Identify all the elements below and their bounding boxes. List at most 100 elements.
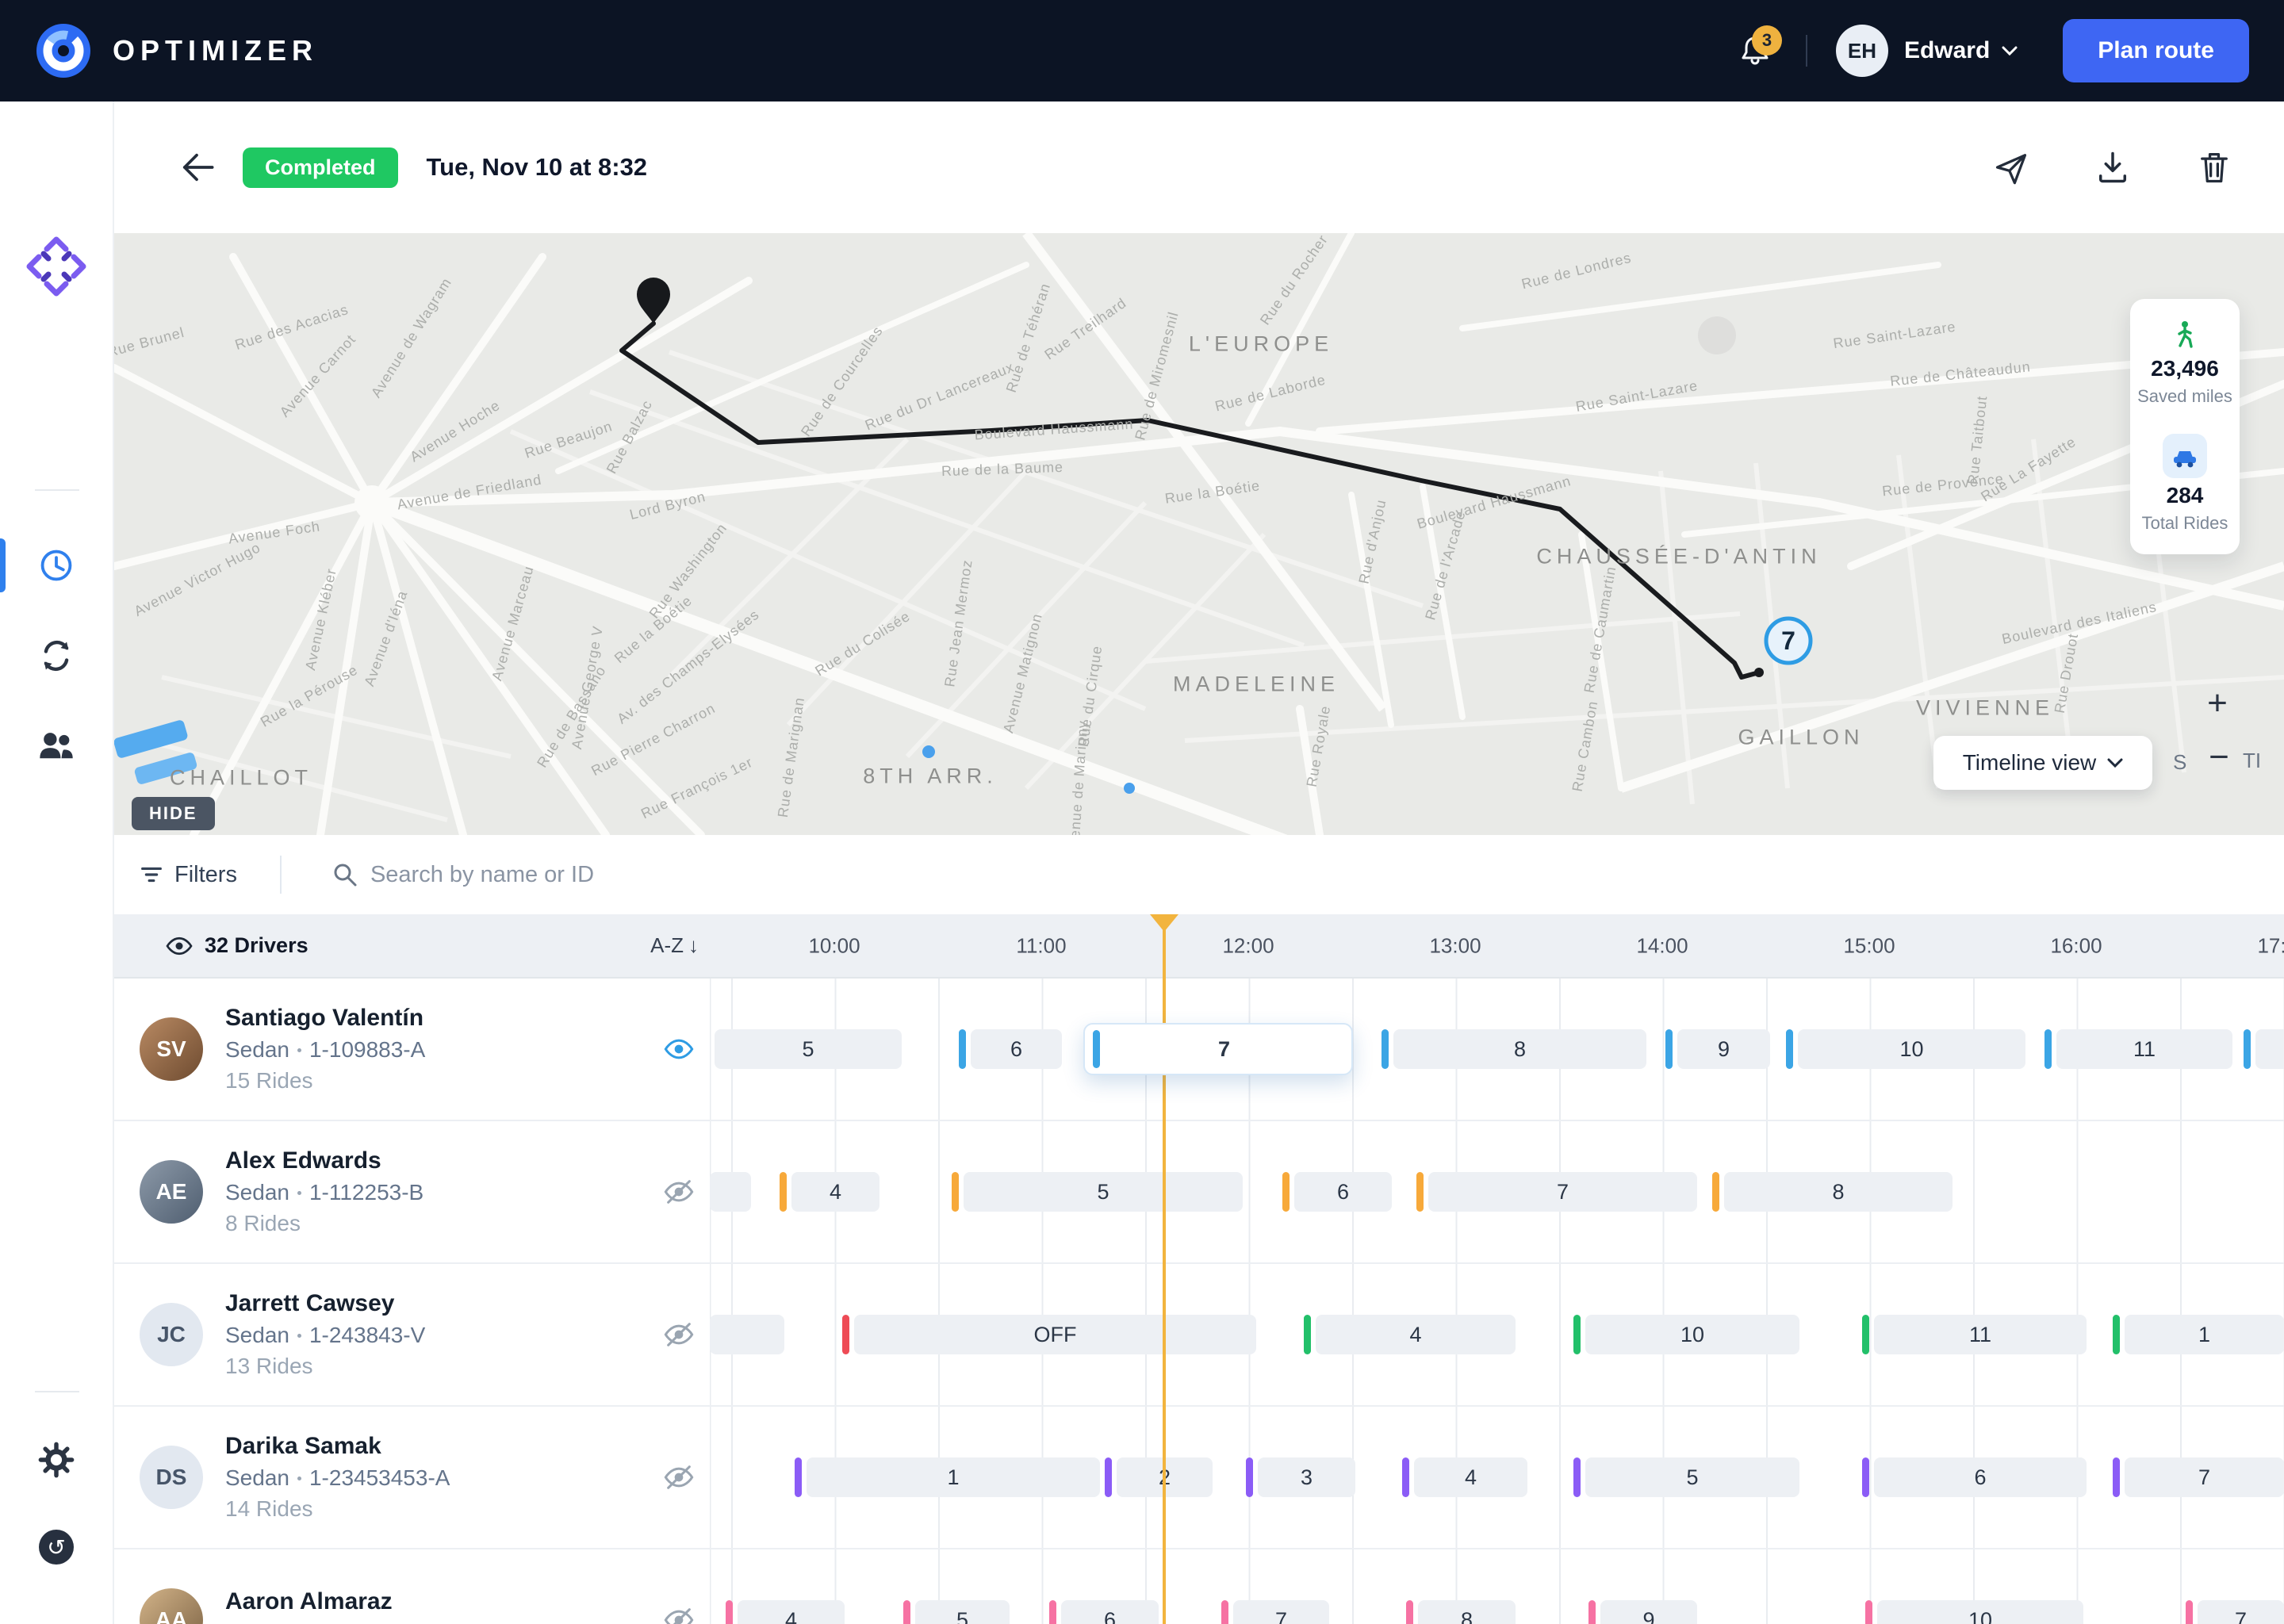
download-button[interactable] — [2094, 148, 2132, 186]
hour-label: 13:00 — [1429, 933, 1481, 958]
ride-segment[interactable]: 4 — [1304, 1315, 1516, 1354]
street-label: Rue Drouot — [2052, 632, 2082, 714]
street-label: Avenue Victor Hugo — [132, 539, 264, 620]
ride-segment[interactable]: 1 — [2113, 1315, 2284, 1354]
segment-accent — [2244, 1029, 2251, 1069]
segment-bar: 8 — [1393, 1029, 1646, 1069]
ride-segment[interactable]: 11 — [2044, 1029, 2232, 1069]
filter-icon — [138, 861, 165, 888]
avatar: AE — [140, 1160, 203, 1224]
sidebar-item-sync[interactable] — [34, 634, 79, 678]
visibility-toggle[interactable] — [660, 1316, 698, 1354]
driver-timeline: OFF410111 — [710, 1264, 2284, 1405]
map[interactable]: 7 L'EUROPECHAUSSÉE-D'ANTINMADELEINE8TH A… — [114, 233, 2284, 835]
ride-segment[interactable]: OFF — [842, 1315, 1256, 1354]
ride-segment[interactable]: 8 — [1712, 1172, 1953, 1212]
street-label: Rue Pierre Charron — [588, 700, 719, 779]
segment-bar: 8 — [1418, 1600, 1516, 1624]
ride-segment[interactable]: 7 — [1416, 1172, 1697, 1212]
ride-segment[interactable]: 10 — [1865, 1600, 2083, 1624]
ride-segment[interactable]: 6 — [1862, 1457, 2087, 1497]
driver-row[interactable]: DS Darika Samak Sedan 1-23453453-A 14 Ri… — [114, 1407, 2284, 1549]
segment-accent — [780, 1172, 787, 1212]
ride-segment[interactable]: 1 — [795, 1457, 1100, 1497]
segment-bar — [710, 1315, 784, 1354]
ride-segment[interactable]: 2 — [1105, 1457, 1213, 1497]
segment-accent — [1304, 1315, 1311, 1354]
share-button[interactable] — [1992, 148, 2030, 186]
ride-segment[interactable]: 10 — [1573, 1315, 1799, 1354]
back-button[interactable] — [178, 148, 216, 186]
sidebar-item-drivers[interactable] — [34, 724, 79, 768]
driver-timeline: 4 5 6 7 8 9 10 7 — [710, 1549, 2284, 1624]
ride-segment[interactable]: 10 — [1786, 1029, 2025, 1069]
vehicle-id: 1-109883-A — [309, 1037, 425, 1063]
timeline-view-dropdown[interactable]: Timeline view — [1933, 736, 2152, 790]
segment-accent — [1382, 1029, 1389, 1069]
ride-segment[interactable] — [2244, 1029, 2284, 1069]
ride-segment[interactable]: 7 — [2113, 1457, 2284, 1497]
search-input[interactable] — [370, 862, 925, 888]
avatar: DS — [140, 1446, 203, 1509]
ride-segment[interactable] — [710, 1172, 751, 1212]
ride-segment[interactable]: 7 — [1221, 1600, 1329, 1624]
ride-segment[interactable]: 4 — [726, 1600, 845, 1624]
notification-count-badge: 3 — [1752, 25, 1782, 56]
ride-segment[interactable]: 8 — [1406, 1600, 1516, 1624]
ride-segment[interactable]: 9 — [1588, 1600, 1697, 1624]
visibility-toggle[interactable] — [660, 1173, 698, 1211]
ride-segment[interactable]: 4 — [1402, 1457, 1527, 1497]
delete-button[interactable] — [2195, 148, 2233, 186]
topbar-divider — [1806, 35, 1807, 67]
street-label: Rue Balzac — [604, 397, 656, 477]
ride-segment[interactable]: 6 — [959, 1029, 1062, 1069]
zoom-in-button[interactable]: + — [2195, 684, 2240, 723]
visibility-toggle[interactable] — [660, 1458, 698, 1496]
ride-segment[interactable]: 5 — [903, 1600, 1010, 1624]
user-menu[interactable]: EH Edward — [1836, 25, 2018, 77]
total-rides-label: Total Rides — [2142, 513, 2228, 534]
ride-segment[interactable]: 7 — [2186, 1600, 2284, 1624]
district-label: L'EUROPE — [1189, 332, 1333, 357]
map-edge-label-right: TI — [2243, 749, 2261, 773]
hide-map-button[interactable]: HIDE — [132, 797, 215, 830]
ride-segment[interactable]: 3 — [1246, 1457, 1355, 1497]
driver-row[interactable]: AE Alex Edwards Sedan 1-112253-B 8 Rides — [114, 1121, 2284, 1264]
ride-segment[interactable]: 5 — [1573, 1457, 1799, 1497]
segment-bar: 6 — [1061, 1600, 1159, 1624]
sidebar-item-settings[interactable] — [34, 1438, 79, 1482]
filters-button[interactable]: Filters — [138, 861, 237, 888]
ride-segment[interactable]: 6 — [1049, 1600, 1159, 1624]
zoom-out-button[interactable]: − — [2197, 737, 2241, 777]
sidebar-item-collapse[interactable]: ↺ — [34, 1525, 79, 1569]
driver-row[interactable]: AA Aaron Almaraz Sedan 1-4567653-D — [114, 1549, 2284, 1624]
ride-segment[interactable]: 8 — [1382, 1029, 1646, 1069]
street-label: Rue de Londres — [1520, 250, 1634, 293]
ride-segment[interactable]: 7 — [1083, 1023, 1353, 1075]
car-icon — [2163, 434, 2207, 478]
street-label: Rue Brunel — [114, 324, 186, 361]
sidebar-item-timeline[interactable] — [34, 543, 79, 588]
visibility-toggle[interactable] — [660, 1030, 698, 1068]
ride-segment[interactable]: 11 — [1862, 1315, 2087, 1354]
ride-segment[interactable]: 4 — [780, 1172, 879, 1212]
segment-bar: 6 — [1874, 1457, 2087, 1497]
filter-divider — [280, 856, 282, 894]
notifications-button[interactable]: 3 — [1733, 29, 1777, 73]
dot-separator — [297, 1477, 301, 1480]
sort-button[interactable]: A-Z ↓ — [650, 933, 699, 958]
hour-label: 17:00 — [2257, 933, 2284, 958]
driver-row[interactable]: SV Santiago Valentín Sedan 1-109883-A 15… — [114, 979, 2284, 1121]
ride-segment[interactable]: 9 — [1665, 1029, 1770, 1069]
gear-icon — [37, 1441, 75, 1479]
visibility-toggle[interactable] — [660, 1601, 698, 1624]
active-nav-indicator — [0, 538, 6, 592]
ride-segment[interactable]: 5 — [715, 1029, 902, 1069]
driver-row[interactable]: JC Jarrett Cawsey Sedan 1-243843-V 13 Ri… — [114, 1264, 2284, 1407]
ride-segment[interactable] — [710, 1315, 784, 1354]
sync-icon — [37, 637, 75, 675]
rides-count: 15 Rides — [225, 1068, 425, 1094]
plan-route-button[interactable]: Plan route — [2063, 19, 2249, 82]
ride-segment[interactable]: 5 — [952, 1172, 1243, 1212]
ride-segment[interactable]: 6 — [1282, 1172, 1392, 1212]
